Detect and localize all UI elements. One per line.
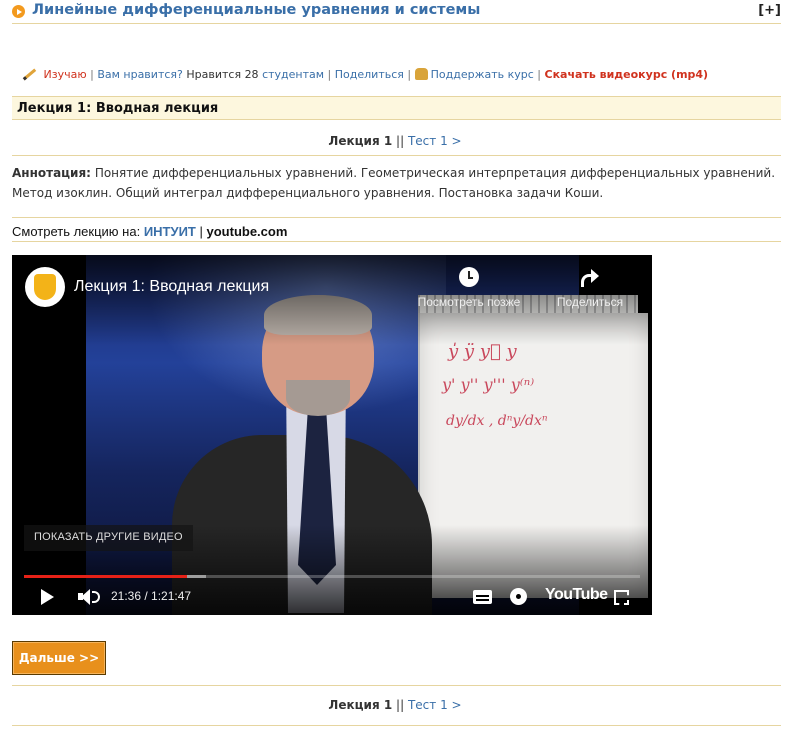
annotation-text: Понятие дифференциальных уравнений. Геом…: [12, 166, 776, 200]
youtube-link[interactable]: youtube.com: [207, 224, 288, 239]
download-course-link[interactable]: Скачать видеокурс (mp4): [545, 68, 709, 81]
like-link[interactable]: Вам нравится?: [97, 68, 183, 81]
youtube-logo[interactable]: YouTube: [545, 586, 608, 604]
lecture-pager-bottom: Лекция 1 || Тест 1 >: [0, 698, 790, 712]
pager-separator: ||: [396, 698, 405, 712]
time-display: 21:36 / 1:21:47: [111, 589, 192, 603]
gear-icon[interactable]: [510, 588, 527, 605]
watch-lecture-on: Смотреть лекцию на: ИНТУИТ | youtube.com: [12, 224, 287, 239]
more-videos-button[interactable]: ПОКАЗАТЬ ДРУГИЕ ВИДЕО: [24, 525, 193, 551]
separator: |: [327, 68, 332, 81]
play-circle-icon: [12, 5, 25, 18]
watch-prefix: Смотреть лекцию на:: [12, 224, 141, 239]
support-hands-icon: [414, 68, 428, 80]
divider: [12, 155, 781, 156]
board-line-2: y' y'' y''' y⁽ⁿ⁾: [442, 375, 535, 394]
clock-icon: [459, 267, 479, 287]
course-actions: Изучаю | Вам нравится? Нравится 28 студе…: [20, 68, 708, 81]
divider: [12, 241, 781, 242]
video-share-label: Поделиться: [556, 295, 624, 309]
video-player[interactable]: y̍ ÿ y⃛ y y' y'' y''' y⁽ⁿ⁾ dy/dx , dⁿy/d…: [12, 255, 652, 615]
intuit-link[interactable]: ИНТУИТ: [144, 224, 196, 239]
course-title-link[interactable]: Линейные дифференциальные уравнения и си…: [32, 2, 480, 18]
lecture-title-bar: Лекция 1: Вводная лекция: [12, 96, 781, 120]
annotation: Аннотация: Понятие дифференциальных урав…: [12, 163, 781, 203]
test-link[interactable]: Тест 1 >: [408, 134, 462, 148]
lecture-title: Лекция 1: Вводная лекция: [17, 101, 219, 116]
current-lecture: Лекция 1: [328, 134, 393, 148]
support-course-link[interactable]: Поддержать курс: [431, 68, 534, 81]
expand-toggle[interactable]: [+]: [758, 3, 781, 18]
watch-later-button[interactable]: Посмотреть позже: [404, 267, 534, 309]
channel-logo-icon[interactable]: [25, 267, 65, 307]
pager-separator: ||: [396, 134, 405, 148]
pencil-icon: [20, 68, 34, 80]
current-lecture: Лекция 1: [328, 698, 393, 712]
share-link[interactable]: Поделиться: [335, 68, 404, 81]
likes-prefix: Нравится: [186, 68, 242, 81]
separator: |: [407, 68, 412, 81]
divider: [12, 217, 781, 218]
video-share-button[interactable]: Поделиться: [548, 267, 632, 309]
share-arrow-icon: [580, 267, 600, 287]
progress-played: [24, 575, 187, 578]
next-button[interactable]: Дальше >>: [12, 641, 106, 675]
board-line-3: dy/dx , dⁿy/dxⁿ: [446, 413, 548, 429]
progress-bar[interactable]: [24, 575, 640, 578]
likes-count: 28: [244, 68, 259, 81]
play-icon[interactable]: [40, 588, 56, 606]
annotation-label: Аннотация:: [12, 166, 91, 180]
separator: |: [537, 68, 542, 81]
separator: |: [90, 68, 94, 81]
lecturer-beard: [286, 380, 350, 416]
test-link[interactable]: Тест 1 >: [408, 698, 462, 712]
fullscreen-icon[interactable]: [614, 590, 629, 605]
watch-later-label: Посмотреть позже: [417, 295, 521, 309]
watch-separator: |: [199, 224, 203, 239]
subtitles-icon[interactable]: [473, 590, 492, 604]
video-title[interactable]: Лекция 1: Вводная лекция: [74, 278, 269, 296]
studying-link[interactable]: Изучаю: [44, 68, 87, 81]
likes-students-link[interactable]: студентам: [262, 68, 324, 81]
course-header: Линейные дифференциальные уравнения и си…: [12, 0, 781, 24]
lecture-pager-top: Лекция 1 || Тест 1 >: [0, 134, 790, 148]
divider: [12, 685, 781, 686]
divider: [12, 725, 781, 726]
